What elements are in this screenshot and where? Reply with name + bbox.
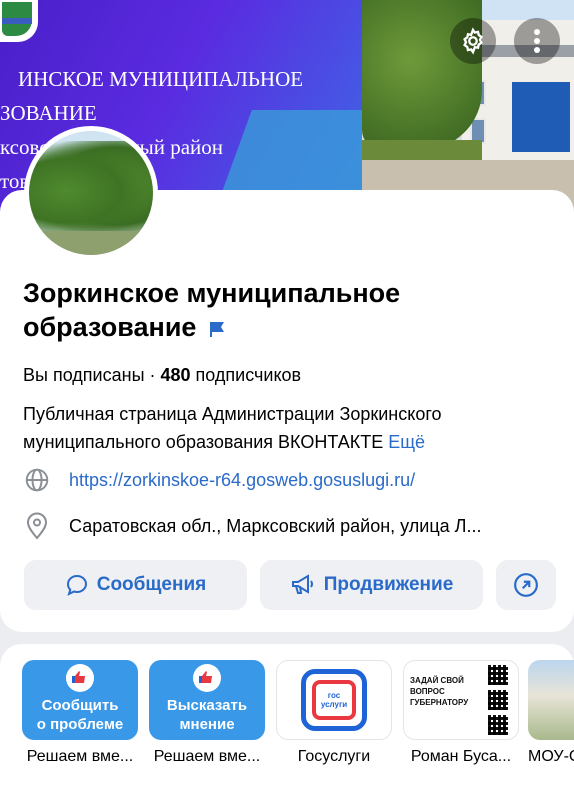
service-item-school[interactable]: МОУ-С	[528, 660, 574, 766]
service-tile: Высказать мнение	[149, 660, 265, 740]
service-item-gosuslugi[interactable]: гос услуги Госуслуги	[276, 660, 392, 766]
subscribers-count: 480	[160, 365, 191, 385]
community-page: ИНСКОЕ МУНИЦИПАЛЬНОЕ ЗОВАНИЕ ксовс иципа…	[0, 0, 574, 800]
avatar[interactable]	[24, 126, 158, 260]
service-tile-text: ЗАДАЙ СВОЙ ВОПРОС ГУБЕРНАТОРУ	[410, 676, 469, 707]
website-link[interactable]: https://zorkinskoe-r64.gosweb.gosuslugi.…	[69, 470, 549, 491]
website-row[interactable]: https://zorkinskoe-r64.gosweb.gosuslugi.…	[23, 465, 563, 495]
coat-of-arms	[0, 0, 38, 42]
cover-line-1: ИНСКОЕ МУНИЦИПАЛЬНОЕ	[18, 67, 304, 91]
gosuslugi-thumb-icon	[193, 664, 221, 692]
subscribers-label: подписчиков	[190, 365, 302, 385]
qr-code-icon	[488, 715, 508, 735]
service-tile-text: Сообщить о проблеме	[36, 697, 124, 733]
service-tile-text: Высказать мнение	[166, 697, 248, 733]
service-tile: гос услуги	[276, 660, 392, 740]
cover-line-2: ЗОВАНИЕ	[0, 101, 97, 125]
more-button[interactable]	[514, 18, 560, 64]
address-row[interactable]: Саратовская обл., Марксовский район, ули…	[23, 511, 563, 541]
gosuslugi-thumb-icon	[66, 664, 94, 692]
service-caption: Решаем вме...	[153, 748, 261, 765]
megaphone-icon	[291, 574, 313, 594]
promotion-label: Продвижение	[323, 574, 454, 595]
gosuslugi-logo: гос услуги	[301, 669, 367, 731]
page-title: Зоркинское муниципальное образование	[23, 276, 523, 344]
subscribed-label: Вы подписаны	[23, 365, 145, 385]
service-caption: Роман Буса...	[410, 748, 512, 765]
qr-code-icon	[488, 665, 508, 685]
address-text: Саратовская обл., Марксовский район, ули…	[69, 515, 482, 536]
message-bubble-icon	[66, 574, 87, 596]
service-caption: Госуслуги	[297, 748, 371, 765]
location-pin-icon	[23, 512, 51, 540]
more-vertical-icon	[534, 29, 540, 53]
more-link[interactable]: Ещё	[388, 432, 425, 452]
promotion-button[interactable]: Продвижение	[260, 560, 483, 610]
gear-icon	[463, 27, 483, 55]
service-item-report-problem[interactable]: Сообщить о проблеме Решаем вме...	[22, 660, 138, 766]
share-button[interactable]	[496, 560, 556, 610]
subscription-status[interactable]: Вы подписаны · 480 подписчиков	[23, 365, 301, 386]
service-tile	[528, 660, 574, 740]
description-text: Публичная страница Администрации Зоркинс…	[23, 404, 442, 452]
description: Публичная страница Администрации Зоркинс…	[23, 400, 553, 456]
globe-icon	[23, 466, 51, 494]
service-tile: ЗАДАЙ СВОЙ ВОПРОС ГУБЕРНАТОРУ	[403, 660, 519, 740]
service-tile: Сообщить о проблеме	[22, 660, 138, 740]
verified-flag-icon	[209, 321, 224, 337]
share-arrow-icon	[514, 573, 538, 597]
qr-code-icon	[488, 690, 508, 710]
service-caption: Решаем вме...	[26, 748, 134, 765]
settings-button[interactable]	[450, 18, 496, 64]
messages-button[interactable]: Сообщения	[24, 560, 247, 610]
service-caption: МОУ-С	[528, 748, 574, 765]
separator: ·	[144, 365, 161, 385]
service-item-governor[interactable]: ЗАДАЙ СВОЙ ВОПРОС ГУБЕРНАТОРУ Роман Буса…	[403, 660, 519, 766]
service-item-give-opinion[interactable]: Высказать мнение Решаем вме...	[149, 660, 265, 766]
messages-label: Сообщения	[96, 574, 207, 595]
